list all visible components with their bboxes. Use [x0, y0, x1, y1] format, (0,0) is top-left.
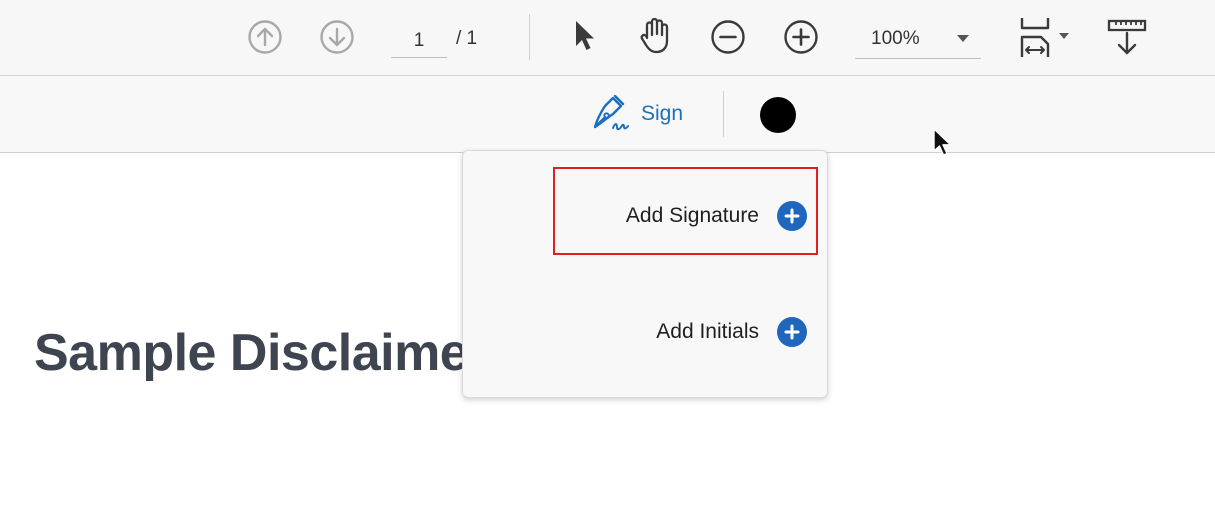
- page-total: / 1: [456, 28, 478, 49]
- sign-button-label: Sign: [641, 102, 684, 125]
- document-heading: Sample Disclaimer: [34, 324, 488, 382]
- page-fit-button[interactable]: [1014, 14, 1072, 60]
- pen-signature-icon: [593, 95, 629, 131]
- ink-color-swatch[interactable]: [760, 97, 796, 133]
- menu-item-add-signature[interactable]: Add Signature: [626, 201, 807, 231]
- menu-item-add-initials[interactable]: Add Initials: [656, 317, 807, 347]
- zoom-out-icon: [711, 20, 745, 54]
- top-toolbar: / 1 100%: [0, 0, 1215, 76]
- zoom-select[interactable]: 100%: [855, 24, 981, 59]
- select-tool-button[interactable]: [566, 16, 602, 56]
- toolbar-divider: [529, 14, 530, 60]
- menu-item-label: Add Initials: [656, 320, 759, 343]
- page-number-input[interactable]: [391, 25, 447, 58]
- prev-page-button[interactable]: [246, 18, 284, 56]
- next-page-icon: [320, 20, 354, 54]
- sign-button[interactable]: Sign: [591, 93, 683, 135]
- zoom-out-button[interactable]: [709, 18, 747, 56]
- hand-tool-button[interactable]: [636, 15, 676, 57]
- zoom-value: 100%: [871, 28, 920, 49]
- select-arrow-icon: [576, 21, 594, 50]
- sign-toolbar-divider: [723, 91, 724, 137]
- plus-circle-icon: [777, 201, 807, 231]
- mouse-cursor-icon: [933, 128, 952, 156]
- sign-dropdown-menu: Add Signature Add Initials: [462, 150, 828, 398]
- prev-page-icon: [248, 20, 282, 54]
- zoom-in-button[interactable]: [782, 18, 820, 56]
- download-button[interactable]: [1106, 16, 1148, 58]
- menu-item-label: Add Signature: [625, 204, 759, 227]
- next-page-button[interactable]: [318, 18, 356, 56]
- download-icon: [1107, 19, 1147, 55]
- fit-width-icon: [1020, 18, 1069, 57]
- plus-circle-icon: [777, 317, 807, 347]
- chevron-down-icon: [957, 35, 969, 42]
- hand-pan-icon: [640, 17, 669, 54]
- zoom-in-icon: [784, 20, 818, 54]
